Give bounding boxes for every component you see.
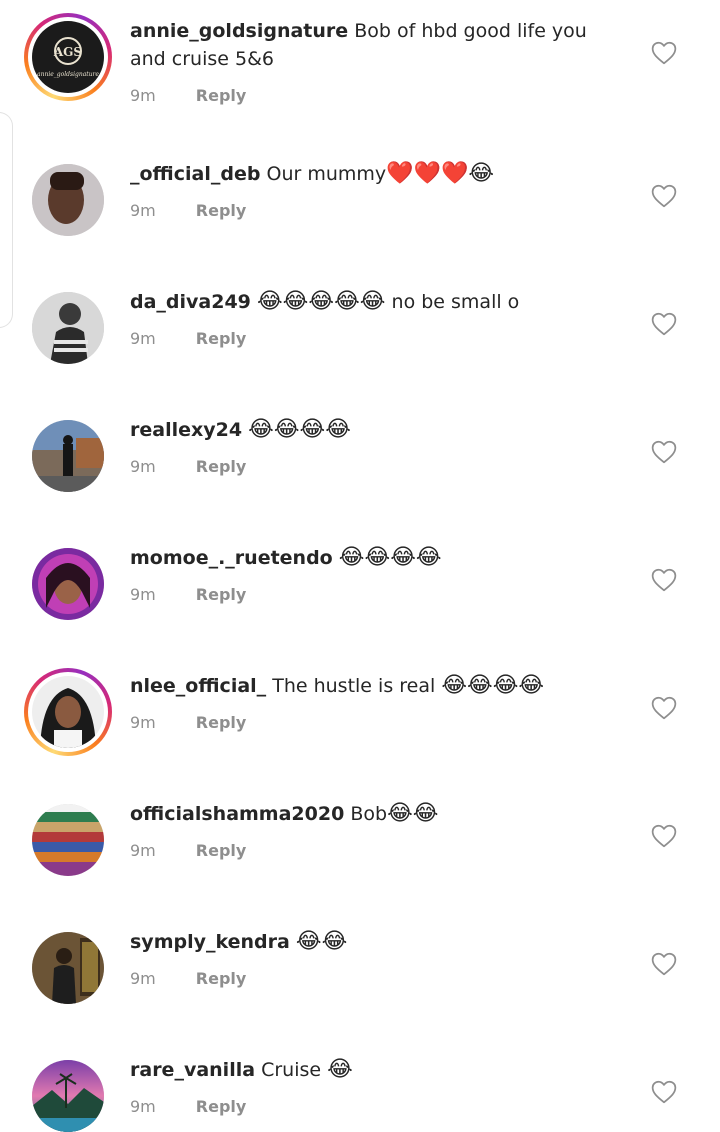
- comment-emoji: 😂😂: [295, 929, 348, 954]
- comment-emoji: 😂😂: [387, 801, 439, 826]
- reply-button[interactable]: Reply: [196, 86, 247, 105]
- comment-text: The hustle is real: [272, 675, 436, 697]
- comment-body: nlee_official_ The hustle is real 😂😂😂😂: [130, 672, 620, 700]
- avatar[interactable]: [32, 804, 104, 876]
- comment-emoji: 😂😂😂😂: [338, 545, 442, 570]
- comment-body: da_diva249 😂😂😂😂😂 no be small o: [130, 288, 620, 316]
- like-heart-icon[interactable]: [651, 952, 677, 976]
- comment-time: 9m: [130, 201, 156, 220]
- comment-text: Our mummy: [266, 163, 387, 185]
- comment-time: 9m: [130, 969, 156, 988]
- reply-button[interactable]: Reply: [196, 585, 247, 604]
- avatar-photo: [32, 932, 104, 1004]
- reply-button[interactable]: Reply: [196, 329, 247, 348]
- avatar-photo: [32, 804, 104, 876]
- avatar-ring-gap: [28, 672, 108, 752]
- avatar[interactable]: [32, 548, 104, 620]
- comment-body: officialshamma2020 Bob😂😂: [130, 800, 620, 828]
- comment-body: rare_vanilla Cruise 😂: [130, 1056, 620, 1084]
- avatar-photo: [32, 164, 104, 236]
- comment-meta: 9m Reply: [130, 457, 246, 476]
- reply-button[interactable]: Reply: [196, 201, 247, 220]
- avatar-logo-text: annie_goldsignature: [37, 71, 99, 78]
- reply-button[interactable]: Reply: [196, 713, 247, 732]
- comment-time: 9m: [130, 713, 156, 732]
- avatar-photo: [32, 292, 104, 364]
- avatar-logo-image: AGS annie_goldsignature: [32, 21, 104, 93]
- avatar: [32, 676, 104, 748]
- comment-time: 9m: [130, 329, 156, 348]
- comment-username[interactable]: annie_goldsignature: [130, 20, 348, 42]
- svg-text:AGS: AGS: [53, 45, 82, 59]
- comment-text: no be small o: [391, 291, 520, 313]
- avatar[interactable]: [32, 164, 104, 236]
- comment-emoji: 😂: [327, 1057, 353, 1082]
- like-heart-icon[interactable]: [651, 1080, 677, 1104]
- avatar-photo: [32, 548, 104, 620]
- comment-time: 9m: [130, 841, 156, 860]
- reply-button[interactable]: Reply: [196, 457, 247, 476]
- comment-meta: 9m Reply: [130, 329, 246, 348]
- reply-button[interactable]: Reply: [196, 969, 247, 988]
- comment-username[interactable]: reallexy24: [130, 419, 242, 441]
- avatar[interactable]: [32, 420, 104, 492]
- avatar-photo: [32, 420, 104, 492]
- comment-meta: 9m Reply: [130, 1097, 246, 1116]
- comment-username[interactable]: nlee_official_: [130, 675, 266, 697]
- comment-body: _official_deb Our mummy❤️❤️❤️😂: [130, 160, 620, 188]
- comment-meta: 9m Reply: [130, 585, 246, 604]
- like-heart-icon[interactable]: [651, 184, 677, 208]
- reply-button[interactable]: Reply: [196, 1097, 247, 1116]
- comment-meta: 9m Reply: [130, 841, 246, 860]
- comment-time: 9m: [130, 585, 156, 604]
- comment-time: 9m: [130, 1097, 156, 1116]
- comment-emoji: 😂😂😂😂😂: [256, 289, 386, 314]
- comment-body: symply_kendra 😂😂: [130, 928, 620, 956]
- comment-time: 9m: [130, 457, 156, 476]
- like-heart-icon[interactable]: [651, 440, 677, 464]
- avatar-photo: [32, 676, 104, 748]
- like-heart-icon[interactable]: [651, 312, 677, 336]
- avatar[interactable]: [32, 292, 104, 364]
- comment-emoji: ❤️❤️❤️😂: [386, 161, 495, 186]
- comment-username[interactable]: da_diva249: [130, 291, 251, 313]
- like-heart-icon[interactable]: [651, 824, 677, 848]
- like-heart-icon[interactable]: [651, 41, 677, 65]
- avatar-story-ring[interactable]: AGS annie_goldsignature: [24, 13, 112, 101]
- avatar-photo: [32, 1060, 104, 1132]
- comment-meta: 9m Reply: [130, 713, 246, 732]
- comment-meta: 9m Reply: [130, 201, 246, 220]
- comments-page: AGS annie_goldsignature annie_goldsignat…: [0, 0, 720, 1132]
- like-heart-icon[interactable]: [651, 568, 677, 592]
- comment-body: annie_goldsignature Bob of hbd good life…: [130, 17, 620, 73]
- side-drawer-handle[interactable]: [0, 112, 13, 328]
- comment-text: Cruise: [261, 1059, 322, 1081]
- comment-username[interactable]: symply_kendra: [130, 931, 290, 953]
- comment-meta: 9m Reply: [130, 86, 246, 105]
- comment-text: Bob: [350, 803, 388, 825]
- comment-username[interactable]: rare_vanilla: [130, 1059, 255, 1081]
- avatar-ring-gap: AGS annie_goldsignature: [28, 17, 108, 97]
- comment-time: 9m: [130, 86, 156, 105]
- avatar-story-ring[interactable]: [24, 668, 112, 756]
- reply-button[interactable]: Reply: [196, 841, 247, 860]
- avatar: AGS annie_goldsignature: [32, 21, 104, 93]
- comment-emoji: 😂😂😂😂: [248, 417, 351, 442]
- comment-username[interactable]: momoe_._ruetendo: [130, 547, 333, 569]
- comment-body: momoe_._ruetendo 😂😂😂😂: [130, 544, 620, 572]
- comment-emoji: 😂😂😂😂: [441, 673, 545, 698]
- like-heart-icon[interactable]: [651, 696, 677, 720]
- avatar[interactable]: [32, 1060, 104, 1132]
- comment-meta: 9m Reply: [130, 969, 246, 988]
- comment-username[interactable]: _official_deb: [130, 163, 260, 185]
- comment-username[interactable]: officialshamma2020: [130, 803, 344, 825]
- comment-body: reallexy24 😂😂😂😂: [130, 416, 620, 444]
- avatar[interactable]: [32, 932, 104, 1004]
